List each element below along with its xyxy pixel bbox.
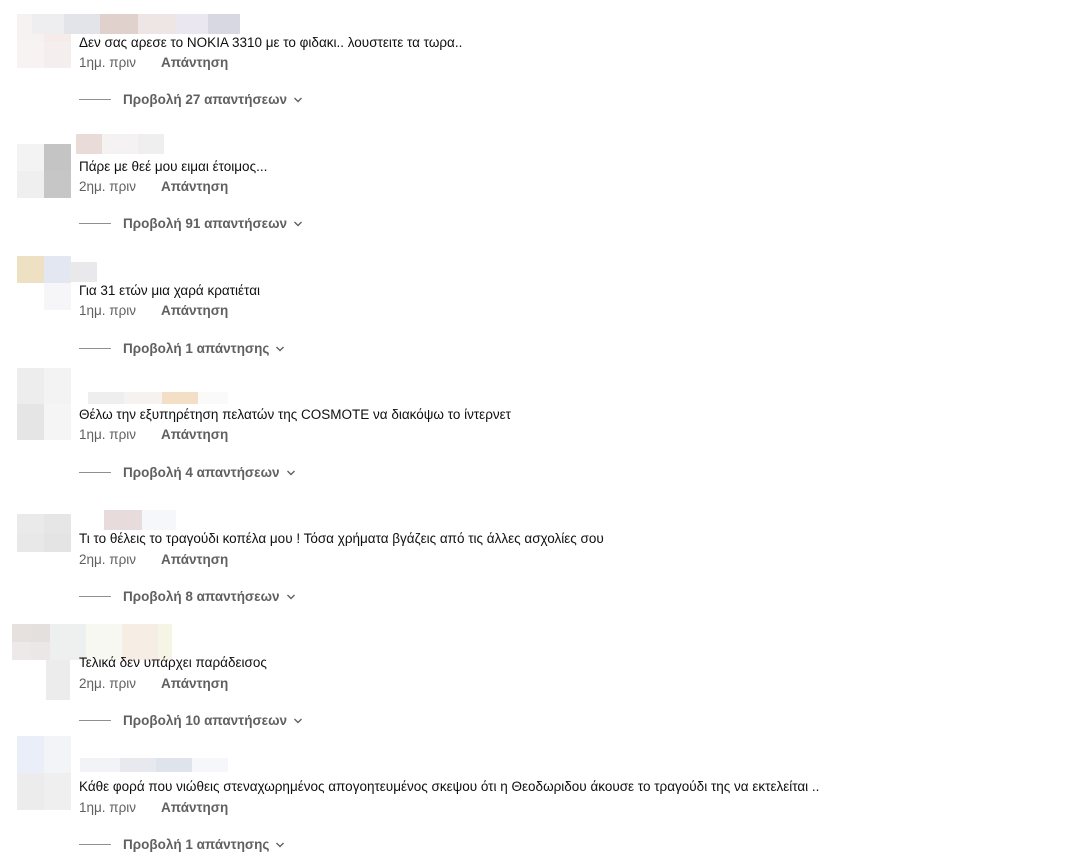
view-replies-button[interactable]: Προβολή 1 απάντησης (79, 837, 285, 852)
reply-button[interactable]: Απάντηση (161, 54, 228, 72)
comment-meta: 1ημ. πριν Απάντηση (79, 54, 228, 72)
comment-text: Δεν σας αρεσε το NOKIA 3310 με το φιδακι… (79, 35, 463, 50)
divider-line (79, 472, 111, 473)
reply-button[interactable]: Απάντηση (161, 799, 228, 817)
divider-line (79, 99, 111, 100)
avatar-fragment (46, 660, 70, 700)
avatar[interactable] (12, 624, 50, 660)
comment-text: Πάρε με θεέ μου ειμαι έτοιμος... (79, 159, 268, 174)
divider-line (79, 223, 111, 224)
comment-meta: 2ημ. πριν Απάντηση (79, 675, 228, 693)
view-replies-label: Προβολή 91 απαντήσεων (123, 216, 287, 231)
chevron-down-icon (286, 594, 295, 599)
author-name[interactable] (80, 758, 228, 772)
chevron-down-icon (294, 97, 302, 102)
view-replies-label: Προβολή 1 απάντησης (123, 837, 270, 852)
comment-meta: 2ημ. πριν Απάντηση (79, 551, 228, 569)
avatar[interactable] (17, 144, 71, 198)
reply-button[interactable]: Απάντηση (161, 426, 228, 444)
chevron-down-icon (276, 346, 285, 351)
comment-thread: Δεν σας αρεσε το NOKIA 3310 με το φιδακι… (0, 0, 1068, 124)
comment-thread: Τελικά δεν υπάρχει παράδεισος 2ημ. πριν … (0, 620, 1068, 744)
comment-meta: 1ημ. πριν Απάντηση (79, 302, 228, 320)
view-replies-button[interactable]: Προβολή 4 απαντήσεων (79, 465, 296, 480)
comment-thread: Θέλω την εξυπηρέτηση πελατών της COSMOTE… (0, 368, 1068, 496)
view-replies-button[interactable]: Προβολή 10 απαντήσεων (79, 713, 303, 728)
avatar[interactable] (17, 256, 71, 310)
comment-time[interactable]: 2ημ. πριν (79, 178, 161, 196)
view-replies-label: Προβολή 27 απαντήσεων (123, 92, 287, 107)
comment-text: Για 31 ετών μια χαρά κρατιέται (79, 283, 261, 298)
avatar[interactable] (17, 736, 71, 810)
divider-line (79, 844, 111, 845)
author-name[interactable] (88, 392, 228, 404)
comment-time[interactable]: 1ημ. πριν (79, 799, 161, 817)
chevron-down-icon (276, 842, 285, 847)
comment-thread: Πάρε με θεέ μου ειμαι έτοιμος... 2ημ. πρ… (0, 124, 1068, 248)
view-replies-label: Προβολή 10 απαντήσεων (123, 713, 287, 728)
avatar[interactable] (17, 368, 71, 440)
comment-meta: 2ημ. πριν Απάντηση (79, 178, 228, 196)
view-replies-label: Προβολή 8 απαντήσεων (123, 589, 280, 604)
view-replies-label: Προβολή 4 απαντήσεων (123, 465, 280, 480)
chevron-down-icon (286, 470, 295, 475)
author-name[interactable] (32, 14, 240, 34)
comment-text: Τελικά δεν υπάρχει παράδεισος (79, 655, 267, 670)
view-replies-button[interactable]: Προβολή 8 απαντήσεων (79, 589, 296, 604)
comment-thread: Τι το θέλεις το τραγούδι κοπέλα μου ! Τό… (0, 496, 1068, 620)
reply-button[interactable]: Απάντηση (161, 551, 228, 569)
comment-time[interactable]: 2ημ. πριν (79, 551, 161, 569)
author-name[interactable] (104, 510, 176, 530)
chevron-down-icon (294, 221, 302, 226)
avatar[interactable] (17, 514, 71, 552)
author-name[interactable] (70, 262, 97, 282)
divider-line (79, 348, 111, 349)
view-replies-button[interactable]: Προβολή 27 απαντήσεων (79, 92, 303, 107)
comment-time[interactable]: 1ημ. πριν (79, 426, 161, 444)
comment-meta: 1ημ. πριν Απάντηση (79, 799, 228, 817)
comment-text: Κάθε φορά που νιώθεις στεναχωρημένος απο… (79, 779, 820, 794)
comment-time[interactable]: 1ημ. πριν (79, 54, 161, 72)
chevron-down-icon (294, 718, 302, 723)
comment-time[interactable]: 2ημ. πριν (79, 675, 161, 693)
author-name[interactable] (76, 134, 164, 154)
comment-thread: Για 31 ετών μια χαρά κρατιέται 1ημ. πριν… (0, 248, 1068, 372)
view-replies-label: Προβολή 1 απάντησης (123, 341, 270, 356)
comment-text: Τι το θέλεις το τραγούδι κοπέλα μου ! Τό… (79, 531, 604, 546)
view-replies-button[interactable]: Προβολή 91 απαντήσεων (79, 216, 303, 231)
view-replies-button[interactable]: Προβολή 1 απάντησης (79, 341, 285, 356)
comment-meta: 1ημ. πριν Απάντηση (79, 426, 228, 444)
reply-button[interactable]: Απάντηση (161, 178, 228, 196)
reply-button[interactable]: Απάντηση (161, 302, 228, 320)
comment-thread: Κάθε φορά που νιώθεις στεναχωρημένος απο… (0, 736, 1068, 868)
comment-text: Θέλω την εξυπηρέτηση πελατών της COSMOTE… (79, 407, 511, 422)
comment-time[interactable]: 1ημ. πριν (79, 302, 161, 320)
divider-line (79, 596, 111, 597)
reply-button[interactable]: Απάντηση (161, 675, 228, 693)
divider-line (79, 720, 111, 721)
